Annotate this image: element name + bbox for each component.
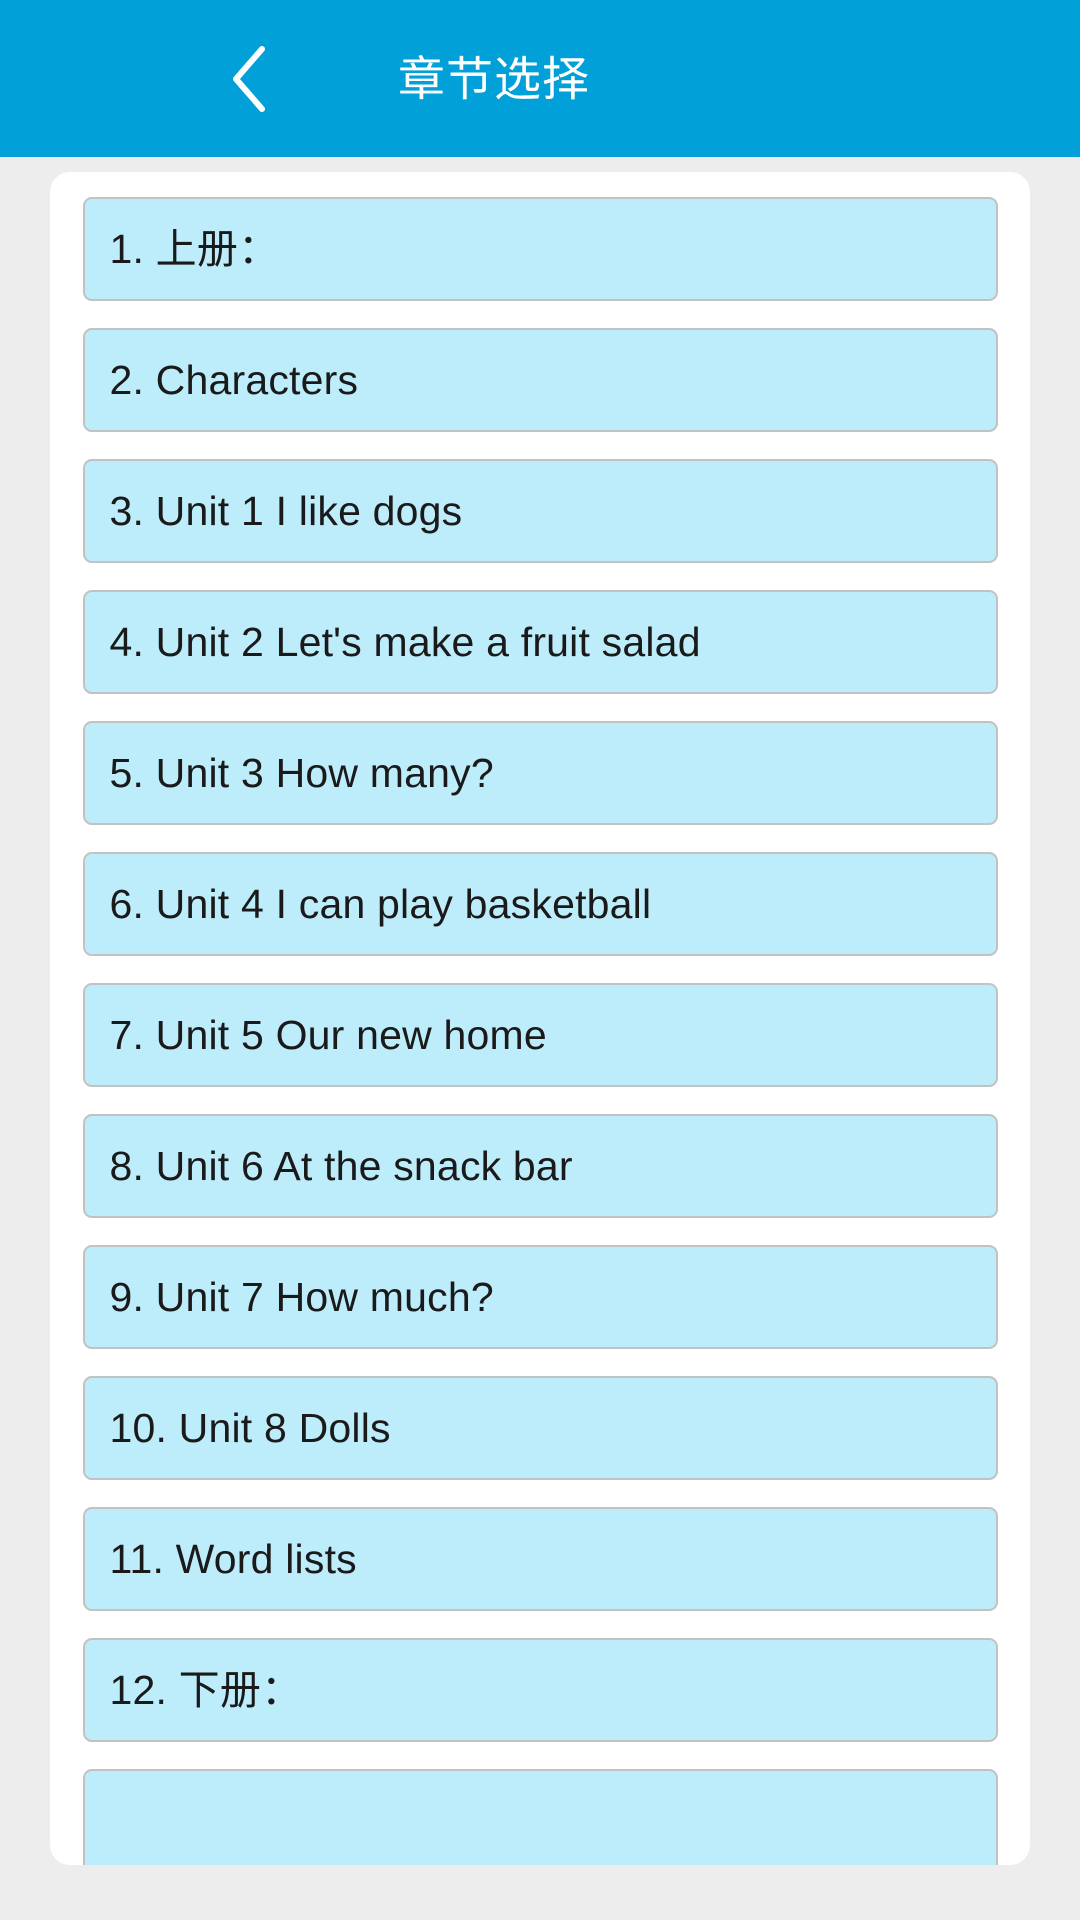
chapter-list-card: 1. 上册： 2. Characters 3. Unit 1 I like do…: [50, 172, 1030, 1865]
chapter-list: 1. 上册： 2. Characters 3. Unit 1 I like do…: [50, 172, 1030, 1865]
chapter-item-13[interactable]: [82, 1769, 998, 1865]
chapter-item-4[interactable]: 4. Unit 2 Let's make a fruit salad: [82, 590, 998, 694]
chapter-item-10[interactable]: 10. Unit 8 Dolls: [82, 1376, 998, 1480]
chapter-item-6[interactable]: 6. Unit 4 I can play basketball: [82, 852, 998, 956]
chapter-item-label: 10. Unit 8 Dolls: [109, 1404, 391, 1451]
chapter-item-label: 9. Unit 7 How much?: [109, 1273, 494, 1320]
chapter-item-label: 2. Characters: [109, 356, 359, 403]
chapter-item-8[interactable]: 8. Unit 6 At the snack bar: [82, 1114, 998, 1218]
chapter-item-12[interactable]: 12. 下册：: [82, 1638, 998, 1742]
chapter-item-label: 1. 上册：: [109, 225, 280, 272]
chapter-item-11[interactable]: 11. Word lists: [82, 1507, 998, 1611]
page-title: 章节选择: [398, 52, 590, 105]
chapter-item-label: 12. 下册：: [109, 1666, 303, 1713]
app-header: 章节选择: [0, 0, 1080, 157]
chapter-item-7[interactable]: 7. Unit 5 Our new home: [82, 983, 998, 1087]
chapter-item-5[interactable]: 5. Unit 3 How many?: [82, 721, 998, 825]
chapter-item-1[interactable]: 1. 上册：: [82, 197, 998, 301]
chapter-item-label: 5. Unit 3 How many?: [109, 749, 494, 796]
chapter-item-9[interactable]: 9. Unit 7 How much?: [82, 1245, 998, 1349]
chapter-item-label: 7. Unit 5 Our new home: [109, 1011, 547, 1058]
chapter-item-label: 6. Unit 4 I can play basketball: [109, 880, 652, 927]
chapter-item-label: 11. Word lists: [109, 1535, 357, 1582]
chapter-item-2[interactable]: 2. Characters: [82, 328, 998, 432]
chapter-item-3[interactable]: 3. Unit 1 I like dogs: [82, 459, 998, 563]
chevron-left-icon: [226, 43, 270, 115]
chapter-item-label: 3. Unit 1 I like dogs: [109, 487, 463, 534]
back-button[interactable]: [206, 37, 290, 121]
chapter-item-label: 8. Unit 6 At the snack bar: [109, 1142, 573, 1189]
chapter-item-label: 4. Unit 2 Let's make a fruit salad: [109, 618, 701, 665]
